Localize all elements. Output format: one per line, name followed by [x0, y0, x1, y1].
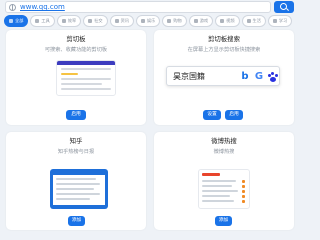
- card-subtitle: 微博热搜: [213, 149, 235, 155]
- address-url[interactable]: www.qq.com: [20, 2, 65, 13]
- search-button[interactable]: [274, 1, 294, 13]
- settings-button[interactable]: 设置: [203, 110, 221, 120]
- card-title: 剪切板搜索: [208, 35, 240, 43]
- enable-button[interactable]: 启用: [66, 110, 86, 120]
- book-icon: [272, 19, 277, 23]
- zhihu-preview: [50, 169, 108, 209]
- clipboard-preview: [56, 60, 116, 96]
- baidu-paw-icon: [267, 71, 279, 83]
- card-clipboard: 剪切板 可搜索、收藏功能的剪切板 启用: [6, 30, 146, 125]
- card-title: 知乎: [69, 137, 83, 145]
- tab-shopping[interactable]: 购物: [162, 15, 187, 27]
- tab-games[interactable]: 游戏: [188, 15, 214, 27]
- card-title: 微博热搜: [211, 137, 237, 145]
- preview-header: [57, 61, 115, 65]
- cart-icon: [167, 19, 172, 23]
- address-bar[interactable]: www.qq.com: [5, 1, 271, 13]
- card-subtitle: 在屏幕上方显示剪切板快捷搜索: [187, 47, 261, 53]
- news-icon: [114, 19, 119, 23]
- grid-icon: [9, 19, 13, 23]
- chat-icon: [88, 19, 93, 23]
- heart-icon: [246, 19, 251, 23]
- card-subtitle: 知乎热榜与日报: [57, 149, 95, 155]
- google-icon: G: [254, 71, 264, 82]
- add-button[interactable]: 添加: [68, 216, 85, 226]
- tab-tools[interactable]: 工具: [30, 15, 55, 27]
- address-bar-area: www.qq.com: [0, 0, 300, 16]
- tab-news[interactable]: 资讯: [109, 15, 134, 27]
- gamepad-icon: [193, 19, 198, 23]
- card-clipboard-search: 剪切板搜索 在屏幕上方显示剪切板快捷搜索 昊京国籍 b G 设置 启用: [154, 30, 294, 125]
- bolt-icon: [61, 19, 66, 23]
- weibo-preview: [198, 169, 250, 209]
- search-preview-text: 昊京国籍: [173, 72, 205, 81]
- globe-icon: [9, 4, 16, 11]
- star-icon: [140, 19, 145, 23]
- tab-life[interactable]: 生活: [241, 15, 266, 27]
- add-button[interactable]: 添加: [215, 216, 232, 226]
- tab-study[interactable]: 学习: [267, 15, 293, 27]
- play-icon: [220, 19, 225, 23]
- card-weibo: 微博热搜 微博热搜 添加: [154, 132, 294, 230]
- tab-video[interactable]: 视频: [215, 15, 240, 27]
- tab-efficiency[interactable]: 效率: [56, 15, 82, 27]
- tab-social[interactable]: 社交: [83, 15, 108, 27]
- card-zhihu: 知乎 知乎热榜与日报 添加: [6, 132, 146, 230]
- card-subtitle: 可搜索、收藏功能的剪切板: [44, 47, 108, 53]
- enable-button[interactable]: 启用: [225, 110, 243, 120]
- bing-icon: b: [241, 71, 249, 82]
- tab-all[interactable]: 全部: [4, 15, 29, 27]
- search-preview-box: 昊京国籍 b G: [166, 66, 280, 86]
- wrench-icon: [35, 19, 40, 23]
- tab-entertainment[interactable]: 娱乐: [135, 15, 161, 27]
- card-title: 剪切板: [66, 35, 86, 43]
- category-tabs: 全部 工具 效率 社交 资讯 娱乐 购物 游戏 视频 生活 学习: [4, 15, 293, 27]
